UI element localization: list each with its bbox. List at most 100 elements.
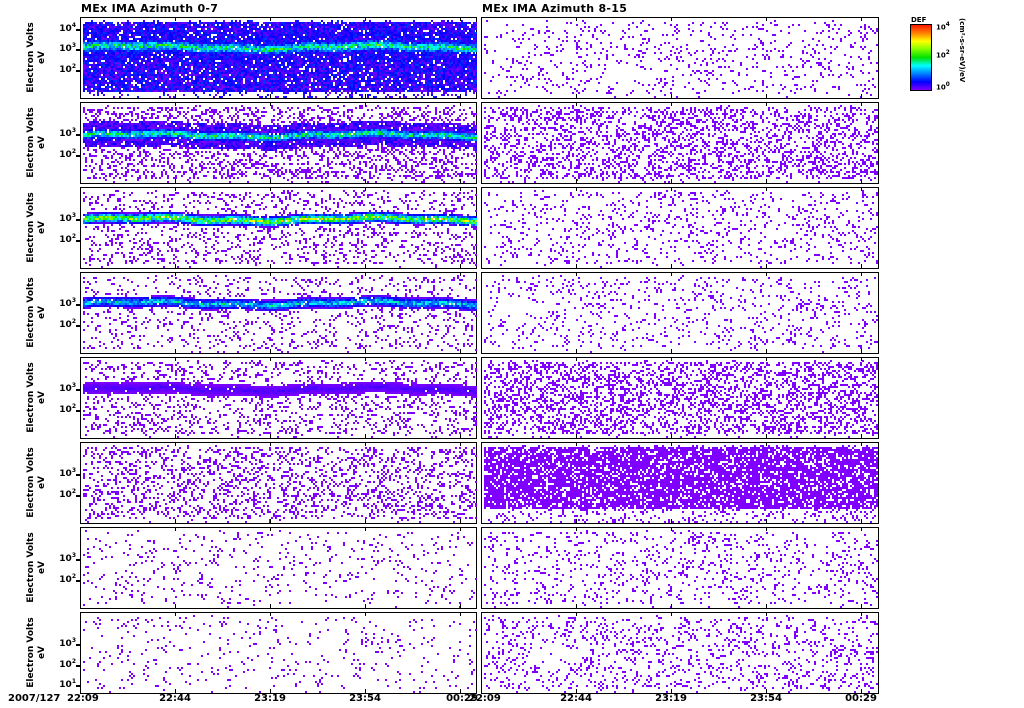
x-tick-mark xyxy=(766,102,767,106)
x-tick-mark xyxy=(175,434,176,438)
spectrogram-panel-left-7 xyxy=(80,527,478,609)
x-tick-mark xyxy=(671,349,672,353)
x-tick-mark xyxy=(481,179,482,183)
x-tick-mark xyxy=(861,434,862,438)
x-tick-mark xyxy=(576,519,577,523)
x-tick-mark xyxy=(576,179,577,183)
y-axis-label: Electron Volts eV xyxy=(26,192,47,263)
x-tick-mark xyxy=(861,94,862,98)
y-tick-label: 103 xyxy=(59,467,76,480)
x-tick-mark xyxy=(576,604,577,608)
y-tick-label: 103 xyxy=(59,42,76,55)
right-column-title: MEx IMA Azimuth 8-15 xyxy=(482,2,628,15)
x-tick-mark xyxy=(460,94,461,98)
x-tick-mark xyxy=(80,187,81,191)
y-axis-label: Electron Volts eV xyxy=(26,532,47,603)
x-tick-mark xyxy=(175,442,176,446)
x-tick-mark xyxy=(481,102,482,106)
spectrogram-image xyxy=(482,613,880,694)
x-tick-mark xyxy=(861,612,862,616)
x-tick-mark xyxy=(365,17,366,21)
x-tick-mark xyxy=(861,179,862,183)
colorbar-units: (cm²-s-sr-eV)/eV xyxy=(958,18,966,83)
x-tick-mark xyxy=(365,357,366,361)
x-tick-mark xyxy=(80,612,81,616)
x-tick-mark xyxy=(766,604,767,608)
x-tick-mark xyxy=(861,349,862,353)
spectrogram-panel-right-3 xyxy=(481,187,880,269)
x-tick-mark xyxy=(80,434,81,438)
x-tick-mark xyxy=(80,102,81,106)
x-tick-mark xyxy=(576,187,577,191)
x-tick-mark xyxy=(766,357,767,361)
x-tick-mark xyxy=(766,17,767,21)
x-tick-mark xyxy=(671,612,672,616)
y-axis-label: Electron Volts eV xyxy=(26,447,47,518)
x-tick-mark xyxy=(576,434,577,438)
x-tick-mark xyxy=(576,94,577,98)
spectrogram-image xyxy=(482,358,880,439)
x-tick-mark xyxy=(175,527,176,531)
x-tick-mark xyxy=(671,272,672,276)
x-tick-mark xyxy=(365,604,366,608)
spectrogram-image xyxy=(81,18,478,99)
y-axis-label: Electron Volts eV xyxy=(26,22,47,93)
x-tick-mark xyxy=(766,349,767,353)
colorbar-title: DEF xyxy=(911,16,927,24)
x-tick-mark xyxy=(766,519,767,523)
spectrogram-panel-left-2 xyxy=(80,102,478,184)
x-tick-mark xyxy=(175,357,176,361)
x-tick-mark xyxy=(175,612,176,616)
x-tick-mark xyxy=(460,264,461,268)
x-tick-mark xyxy=(861,442,862,446)
x-tick-mark xyxy=(270,434,271,438)
x-tick-mark xyxy=(270,519,271,523)
x-tick-label: 23:54 xyxy=(750,693,782,704)
x-tick-mark xyxy=(766,442,767,446)
x-tick-mark xyxy=(861,264,862,268)
y-tick-mark xyxy=(76,49,81,52)
x-tick-mark xyxy=(175,102,176,106)
x-tick-mark xyxy=(671,519,672,523)
x-tick-mark xyxy=(270,604,271,608)
x-tick-mark xyxy=(175,349,176,353)
x-tick-mark xyxy=(576,272,577,276)
y-tick-label: 102 xyxy=(59,317,76,330)
spectrogram-image xyxy=(81,358,478,439)
x-tick-mark xyxy=(460,612,461,616)
y-tick-mark xyxy=(76,134,81,137)
x-tick-mark xyxy=(80,349,81,353)
y-tick-mark xyxy=(76,389,81,392)
x-tick-mark xyxy=(365,94,366,98)
spectrogram-image xyxy=(81,613,478,694)
x-tick-mark xyxy=(576,102,577,106)
y-axis-label: Electron Volts eV xyxy=(26,362,47,433)
x-tick-mark xyxy=(671,102,672,106)
spectrogram-panel-right-8 xyxy=(481,612,880,694)
x-tick-mark xyxy=(671,179,672,183)
x-tick-mark xyxy=(460,102,461,106)
spectrogram-image xyxy=(81,443,478,524)
x-tick-mark xyxy=(175,519,176,523)
y-tick-mark xyxy=(76,474,81,477)
y-tick-label: 102 xyxy=(59,402,76,415)
x-tick-mark xyxy=(270,94,271,98)
x-tick-mark xyxy=(80,179,81,183)
y-tick-mark xyxy=(76,644,81,647)
x-tick-mark xyxy=(270,179,271,183)
x-tick-mark xyxy=(481,187,482,191)
spectrogram-image xyxy=(482,103,880,184)
spectrogram-panel-right-5 xyxy=(481,357,880,439)
x-tick-label: 22:09 xyxy=(469,693,501,704)
y-tick-label: 102 xyxy=(59,147,76,160)
x-tick-mark xyxy=(365,349,366,353)
y-tick-label: 103 xyxy=(59,637,76,650)
spectrogram-image xyxy=(81,103,478,184)
x-tick-mark xyxy=(861,519,862,523)
x-tick-mark xyxy=(460,442,461,446)
x-tick-mark xyxy=(481,527,482,531)
x-tick-mark xyxy=(481,357,482,361)
x-tick-mark xyxy=(365,519,366,523)
x-tick-mark xyxy=(481,272,482,276)
y-tick-mark xyxy=(76,409,81,412)
